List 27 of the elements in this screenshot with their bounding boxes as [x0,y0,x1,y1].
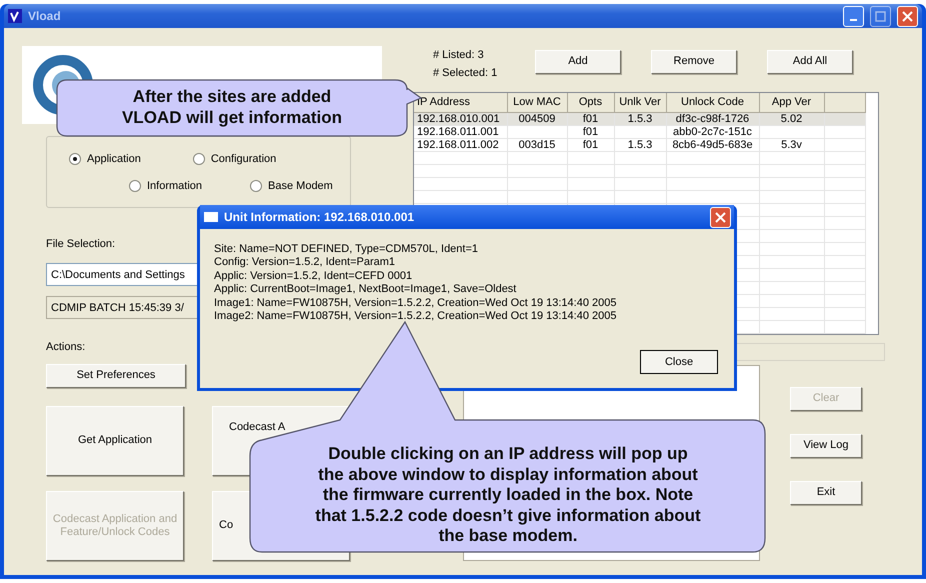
selected-count: # Selected: 1 [433,66,498,81]
table-cell: 004509 [507,112,567,125]
table-cell: 192.168.011.001 [414,125,507,138]
file-selection-label: File Selection: [46,237,116,252]
callout-text: Double clicking on an IP address will pop up the above window to display information about the firmware currently loaded in the box. Note that 1.5.2.2 code doesn’t give information about the base modem. [314,444,702,546]
table-cell: 1.5.3 [614,112,666,125]
callout-text: After the sites are added VLOAD will get information [120,87,344,128]
table-cell: 5.3v [759,138,824,151]
table-cell: abb0-2c7c-151c [666,125,759,138]
table-cell: 192.168.010.001 [414,112,507,125]
listed-count: # Listed: 3 [433,48,485,63]
dialog-title: Unit Information: 192.168.010.001 [224,209,414,226]
table-cell: df3c-c98f-1726 [666,112,759,125]
radio-label: Configuration [210,152,276,167]
table-cell: 5.02 [759,112,824,125]
table-cell: 1.5.3 [614,138,666,151]
table-cell: f01 [567,112,614,125]
table-cell: 8cb6-49d5-683e [666,138,759,151]
radio-label: Application [87,152,141,167]
table-cell: 003d15 [507,138,567,151]
table-cell: f01 [567,125,614,138]
window-title: Vload [28,8,61,25]
radio-label: Base Modem [268,178,333,194]
actions-label: Actions: [46,340,86,354]
table-cell: 192.168.011.002 [414,138,507,151]
radio-label: Information [147,178,202,194]
table-cell: f01 [567,138,614,151]
